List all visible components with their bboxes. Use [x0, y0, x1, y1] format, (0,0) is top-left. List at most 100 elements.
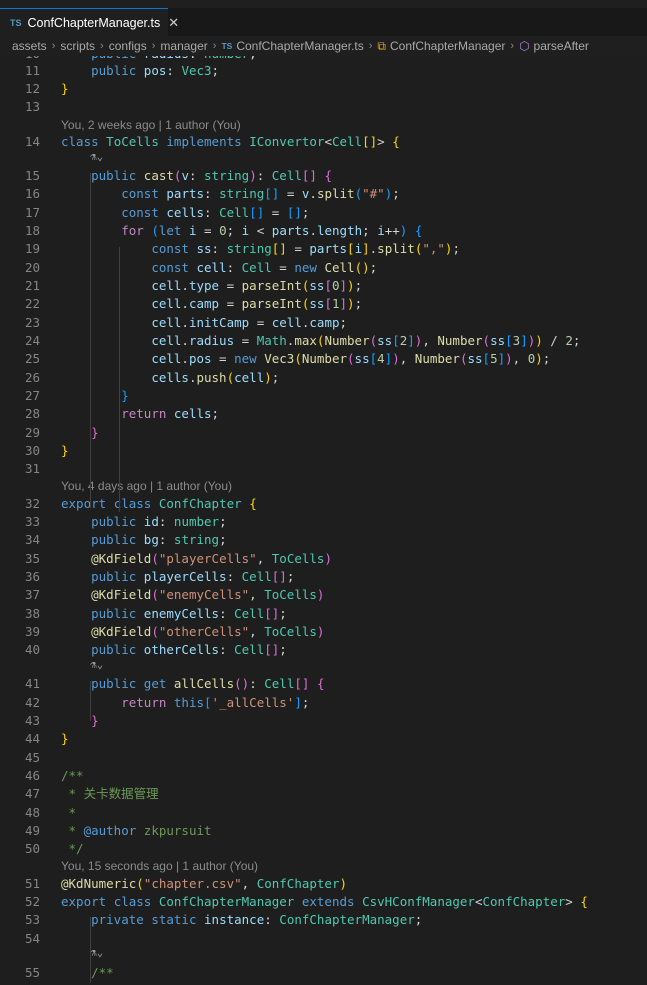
line-number: 40 — [24, 642, 40, 657]
line-number: 12 — [24, 81, 40, 96]
code-line: cell.pos = new Vec3(Number(ss[4]), Numbe… — [151, 351, 551, 366]
code-line: return this['_allCells']; — [121, 695, 310, 710]
code-line: */ — [61, 841, 84, 856]
line-number: 43 — [24, 713, 40, 728]
code-line: public bg: string; — [91, 532, 227, 547]
code-line: cell.type = parseInt(ss[0]); — [151, 278, 363, 293]
code-line: cells.push(cell); — [151, 370, 280, 385]
ai-assist-icon[interactable]: ⚗⌄ — [90, 658, 103, 672]
code-line: public otherCells: Cell[]; — [91, 642, 287, 657]
line-number: 35 — [24, 551, 40, 566]
code-line: } — [61, 81, 69, 96]
line-number: 55 — [24, 965, 40, 980]
code-line: const ss: string[] = parts[i].split(",")… — [151, 241, 460, 256]
line-number: 31 — [24, 461, 40, 476]
code-editor[interactable]: public radius: number; 10 11 public pos:… — [0, 56, 647, 985]
chevron-right-icon: › — [368, 40, 373, 52]
line-number: 38 — [24, 606, 40, 621]
code-line: export class ConfChapterManager extends … — [61, 894, 588, 909]
line-number: 34 — [24, 532, 40, 547]
line-number: 26 — [24, 370, 40, 385]
code-line: cell.initCamp = cell.camp; — [151, 315, 348, 330]
code-line: for (let i = 0; i < parts.length; i++) { — [121, 223, 423, 238]
codelens-blame[interactable]: You, 15 seconds ago | 1 author (You) — [61, 858, 258, 874]
code-line: * — [61, 805, 77, 820]
line-number: 22 — [24, 296, 40, 311]
code-line: class ToCells implements IConvertor<Cell… — [61, 134, 400, 149]
breadcrumb-item[interactable]: configs — [109, 39, 147, 53]
line-number: 53 — [24, 912, 40, 927]
code-line: return cells; — [121, 406, 220, 421]
line-number: 27 — [24, 388, 40, 403]
line-number: 46 — [24, 768, 40, 783]
chevron-right-icon: › — [151, 40, 156, 52]
breadcrumb-item[interactable]: scripts — [60, 39, 95, 53]
breadcrumb-item[interactable]: parseAfter — [534, 39, 589, 53]
codelens-blame[interactable]: You, 4 days ago | 1 author (You) — [61, 478, 232, 494]
title-bar-strip — [0, 0, 647, 8]
line-number: 19 — [24, 241, 40, 256]
line-number: 51 — [24, 876, 40, 891]
code-line: * 关卡数据管理 — [61, 786, 159, 801]
breadcrumb-item[interactable]: manager — [160, 39, 207, 53]
code-line: * @author zkpursuit — [61, 823, 212, 838]
line-number: 37 — [24, 587, 40, 602]
code-line: public enemyCells: Cell[]; — [91, 606, 287, 621]
chevron-right-icon: › — [100, 40, 104, 52]
indent-guide — [90, 681, 91, 721]
code-line: public get allCells(): Cell[] { — [91, 676, 325, 691]
line-number: 32 — [24, 496, 40, 511]
line-number: 45 — [24, 750, 40, 765]
chevron-right-icon: › — [510, 40, 515, 52]
code-line: } — [61, 731, 69, 746]
line-number: 11 — [24, 63, 40, 78]
code-line: @KdField("otherCells", ToCells) — [91, 624, 325, 639]
indent-guide — [90, 917, 91, 983]
code-line: @KdField("playerCells", ToCells) — [91, 551, 332, 566]
indent-guide — [119, 247, 120, 512]
line-number: 18 — [24, 223, 40, 238]
codelens-blame[interactable]: You, 2 weeks ago | 1 author (You) — [61, 117, 241, 133]
tab-bar: TS ConfChapterManager.ts ✕ — [0, 8, 647, 36]
line-number: 20 — [24, 260, 40, 275]
line-number: 33 — [24, 514, 40, 529]
line-number: 54 — [24, 931, 40, 946]
code-line: @KdNumeric("chapter.csv", ConfChapter) — [61, 876, 348, 891]
line-number: 42 — [24, 695, 40, 710]
method-symbol-icon: ⬡ — [519, 39, 530, 53]
line-number: 14 — [24, 134, 40, 149]
chevron-right-icon: › — [51, 40, 56, 52]
breadcrumb-item[interactable]: assets — [12, 39, 47, 53]
line-number: 16 — [24, 186, 40, 201]
breadcrumb-item[interactable]: ConfChapterManager.ts — [236, 39, 363, 53]
line-number: 21 — [24, 278, 40, 293]
typescript-file-icon: TS — [221, 41, 233, 51]
line-number: 13 — [24, 99, 40, 114]
breadcrumb: assets › scripts › configs › manager › T… — [0, 36, 647, 56]
line-number: 44 — [24, 731, 40, 746]
code-line: cell.radius = Math.max(Number(ss[2]), Nu… — [151, 333, 581, 348]
breadcrumb-item[interactable]: ConfChapterManager — [390, 39, 505, 53]
line-number: 41 — [24, 676, 40, 691]
close-icon[interactable]: ✕ — [168, 15, 179, 31]
code-line: const cell: Cell = new Cell(); — [151, 260, 378, 275]
tab-confchaptermanager[interactable]: TS ConfChapterManager.ts ✕ — [0, 8, 179, 36]
line-number: 49 — [24, 823, 40, 838]
class-symbol-icon: ⧉ — [377, 38, 386, 53]
line-number: 39 — [24, 624, 40, 639]
code-line: const parts: string[] = v.split("#"); — [121, 186, 400, 201]
code-line: private static instance: ConfChapterMana… — [91, 912, 423, 927]
ai-assist-icon[interactable]: ⚗⌄ — [90, 946, 103, 960]
tab-title: ConfChapterManager.ts — [27, 15, 161, 30]
code-line: /** — [61, 768, 84, 783]
line-number: 25 — [24, 351, 40, 366]
line-number: 28 — [24, 406, 40, 421]
code-line: } — [61, 443, 69, 458]
code-line: public pos: Vec3; — [91, 63, 220, 78]
ai-assist-icon[interactable]: ⚗⌄ — [90, 150, 103, 164]
code-line: cell.camp = parseInt(ss[1]); — [151, 296, 363, 311]
line-number: 48 — [24, 805, 40, 820]
code-line: } — [91, 713, 99, 728]
code-line: /** — [61, 965, 114, 980]
line-number: 52 — [24, 894, 40, 909]
